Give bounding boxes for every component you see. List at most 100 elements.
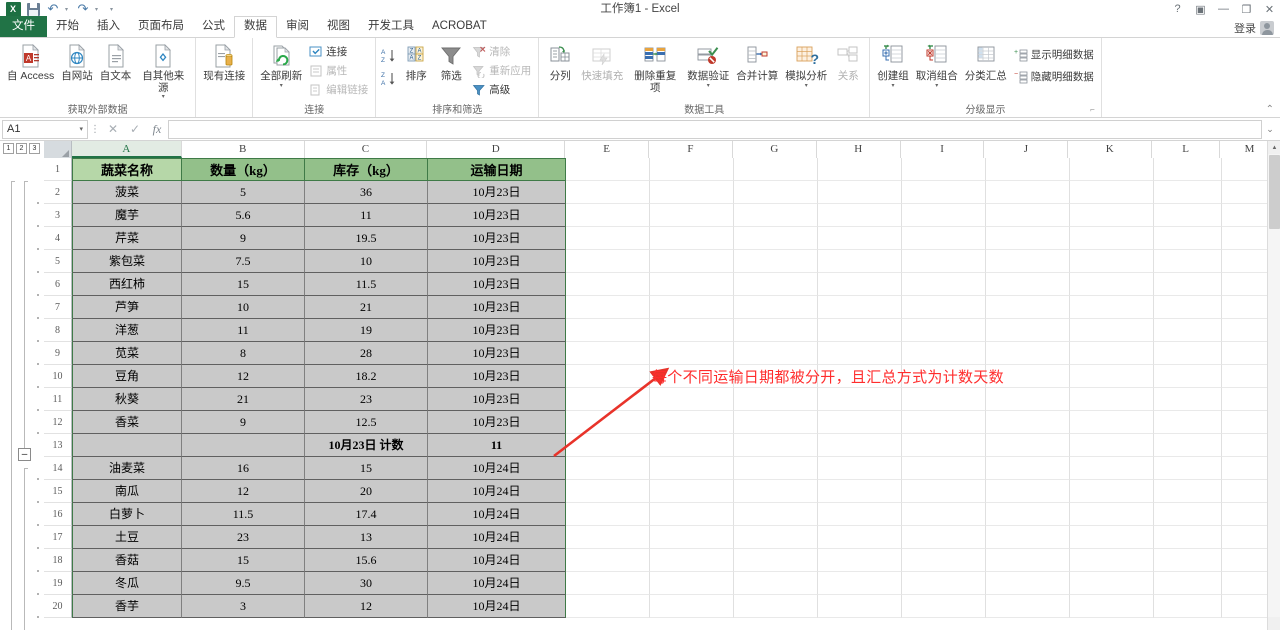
cell-B12[interactable]: 9 — [182, 411, 305, 434]
tab-view[interactable]: 视图 — [318, 17, 359, 37]
text-to-columns-button[interactable]: 分列 — [543, 41, 577, 85]
cell-E9[interactable] — [566, 342, 650, 365]
row-header-15[interactable]: 15 — [44, 480, 72, 503]
cell-A9[interactable]: 苋菜 — [72, 342, 182, 365]
select-all-button[interactable] — [44, 141, 72, 158]
existing-connection-button[interactable]: 现有连接 — [200, 41, 248, 85]
cell-C18[interactable]: 15.6 — [305, 549, 428, 572]
from-access-button[interactable]: A 自 Access — [4, 41, 57, 85]
cell-L3[interactable] — [1154, 204, 1222, 227]
cell-J12[interactable] — [986, 411, 1070, 434]
cell-G2[interactable] — [734, 181, 818, 204]
cell-H9[interactable] — [818, 342, 902, 365]
cell-E17[interactable] — [566, 526, 650, 549]
cell-D4[interactable]: 10月23日 — [428, 227, 566, 250]
cell-L17[interactable] — [1154, 526, 1222, 549]
cell-I7[interactable] — [902, 296, 986, 319]
column-header-K[interactable]: K — [1068, 141, 1153, 158]
cell-K5[interactable] — [1070, 250, 1154, 273]
column-header-B[interactable]: B — [181, 141, 305, 158]
cell-L7[interactable] — [1154, 296, 1222, 319]
cancel-entry-icon[interactable]: ✕ — [102, 122, 124, 136]
cell-D12[interactable]: 10月23日 — [428, 411, 566, 434]
cell-G7[interactable] — [734, 296, 818, 319]
outline-level-3-button[interactable]: 3 — [29, 143, 40, 154]
cell-K16[interactable] — [1070, 503, 1154, 526]
cell-K12[interactable] — [1070, 411, 1154, 434]
tab-acrobat[interactable]: ACROBAT — [423, 17, 496, 37]
column-header-A[interactable]: A — [71, 141, 182, 158]
cell-L16[interactable] — [1154, 503, 1222, 526]
column-header-G[interactable]: G — [732, 141, 817, 158]
cell-H12[interactable] — [818, 411, 902, 434]
cell-D10[interactable]: 10月23日 — [428, 365, 566, 388]
cell-H19[interactable] — [818, 572, 902, 595]
cell-G18[interactable] — [734, 549, 818, 572]
cell-C11[interactable]: 23 — [305, 388, 428, 411]
clear-filter-button[interactable]: 清除 — [469, 43, 534, 60]
cell-K3[interactable] — [1070, 204, 1154, 227]
cell-K17[interactable] — [1070, 526, 1154, 549]
cell-J20[interactable] — [986, 595, 1070, 618]
cell-B3[interactable]: 5.6 — [182, 204, 305, 227]
row-header-6[interactable]: 6 — [44, 273, 72, 296]
cell-H20[interactable] — [818, 595, 902, 618]
cell-E3[interactable] — [566, 204, 650, 227]
cell-F7[interactable] — [650, 296, 734, 319]
refresh-all-button[interactable]: 全部刷新 ▾ — [257, 41, 305, 91]
dialog-launcher-icon[interactable]: ⌐ — [1090, 103, 1095, 116]
chevron-down-icon[interactable]: ▾ — [935, 83, 938, 89]
cell-J9[interactable] — [986, 342, 1070, 365]
cell-G4[interactable] — [734, 227, 818, 250]
what-if-analysis-button[interactable]: ? 模拟分析 ▾ — [782, 41, 830, 91]
cell-G9[interactable] — [734, 342, 818, 365]
hide-detail-button[interactable]: − 隐藏明细数据 — [1011, 68, 1097, 85]
cell-L10[interactable] — [1154, 365, 1222, 388]
cell-C7[interactable]: 21 — [305, 296, 428, 319]
cell-G6[interactable] — [734, 273, 818, 296]
cell-A6[interactable]: 西红柿 — [72, 273, 182, 296]
cell-K2[interactable] — [1070, 181, 1154, 204]
cell-F20[interactable] — [650, 595, 734, 618]
cell-B6[interactable]: 15 — [182, 273, 305, 296]
collapse-ribbon-icon[interactable]: ⌃ — [1266, 104, 1274, 115]
cell-I11[interactable] — [902, 388, 986, 411]
confirm-entry-icon[interactable]: ✓ — [124, 122, 146, 136]
cell-E12[interactable] — [566, 411, 650, 434]
column-header-C[interactable]: C — [304, 141, 428, 158]
cell-B9[interactable]: 8 — [182, 342, 305, 365]
ungroup-button[interactable]: 取消组合 ▾ — [913, 41, 961, 91]
cell-E13[interactable] — [566, 434, 650, 457]
tab-page-layout[interactable]: 页面布局 — [129, 17, 193, 37]
tab-file[interactable]: 文件 — [0, 16, 47, 37]
row-header-10[interactable]: 10 — [44, 365, 72, 388]
cell-F18[interactable] — [650, 549, 734, 572]
cell-F9[interactable] — [650, 342, 734, 365]
data-validation-button[interactable]: 数据验证 ▾ — [684, 41, 732, 91]
cell-J6[interactable] — [986, 273, 1070, 296]
properties-button[interactable]: 属性 — [306, 62, 371, 79]
row-header-11[interactable]: 11 — [44, 388, 72, 411]
cell-A12[interactable]: 香菜 — [72, 411, 182, 434]
advanced-filter-button[interactable]: 高级 — [469, 81, 534, 98]
cell-I13[interactable] — [902, 434, 986, 457]
cell-C12[interactable]: 12.5 — [305, 411, 428, 434]
cell-K20[interactable] — [1070, 595, 1154, 618]
cell-C2[interactable]: 36 — [305, 181, 428, 204]
cell-H8[interactable] — [818, 319, 902, 342]
cell-D18[interactable]: 10月24日 — [428, 549, 566, 572]
chevron-down-icon[interactable]: ▾ — [892, 83, 895, 89]
cell-G8[interactable] — [734, 319, 818, 342]
cell-C19[interactable]: 30 — [305, 572, 428, 595]
cell-K10[interactable] — [1070, 365, 1154, 388]
cell-I16[interactable] — [902, 503, 986, 526]
cell-K4[interactable] — [1070, 227, 1154, 250]
cell-C16[interactable]: 17.4 — [305, 503, 428, 526]
cell-J8[interactable] — [986, 319, 1070, 342]
cell-G1[interactable] — [734, 158, 818, 181]
cell-I1[interactable] — [902, 158, 986, 181]
cell-I19[interactable] — [902, 572, 986, 595]
close-button[interactable]: ✕ — [1263, 3, 1276, 16]
column-header-J[interactable]: J — [984, 141, 1069, 158]
cell-H15[interactable] — [818, 480, 902, 503]
